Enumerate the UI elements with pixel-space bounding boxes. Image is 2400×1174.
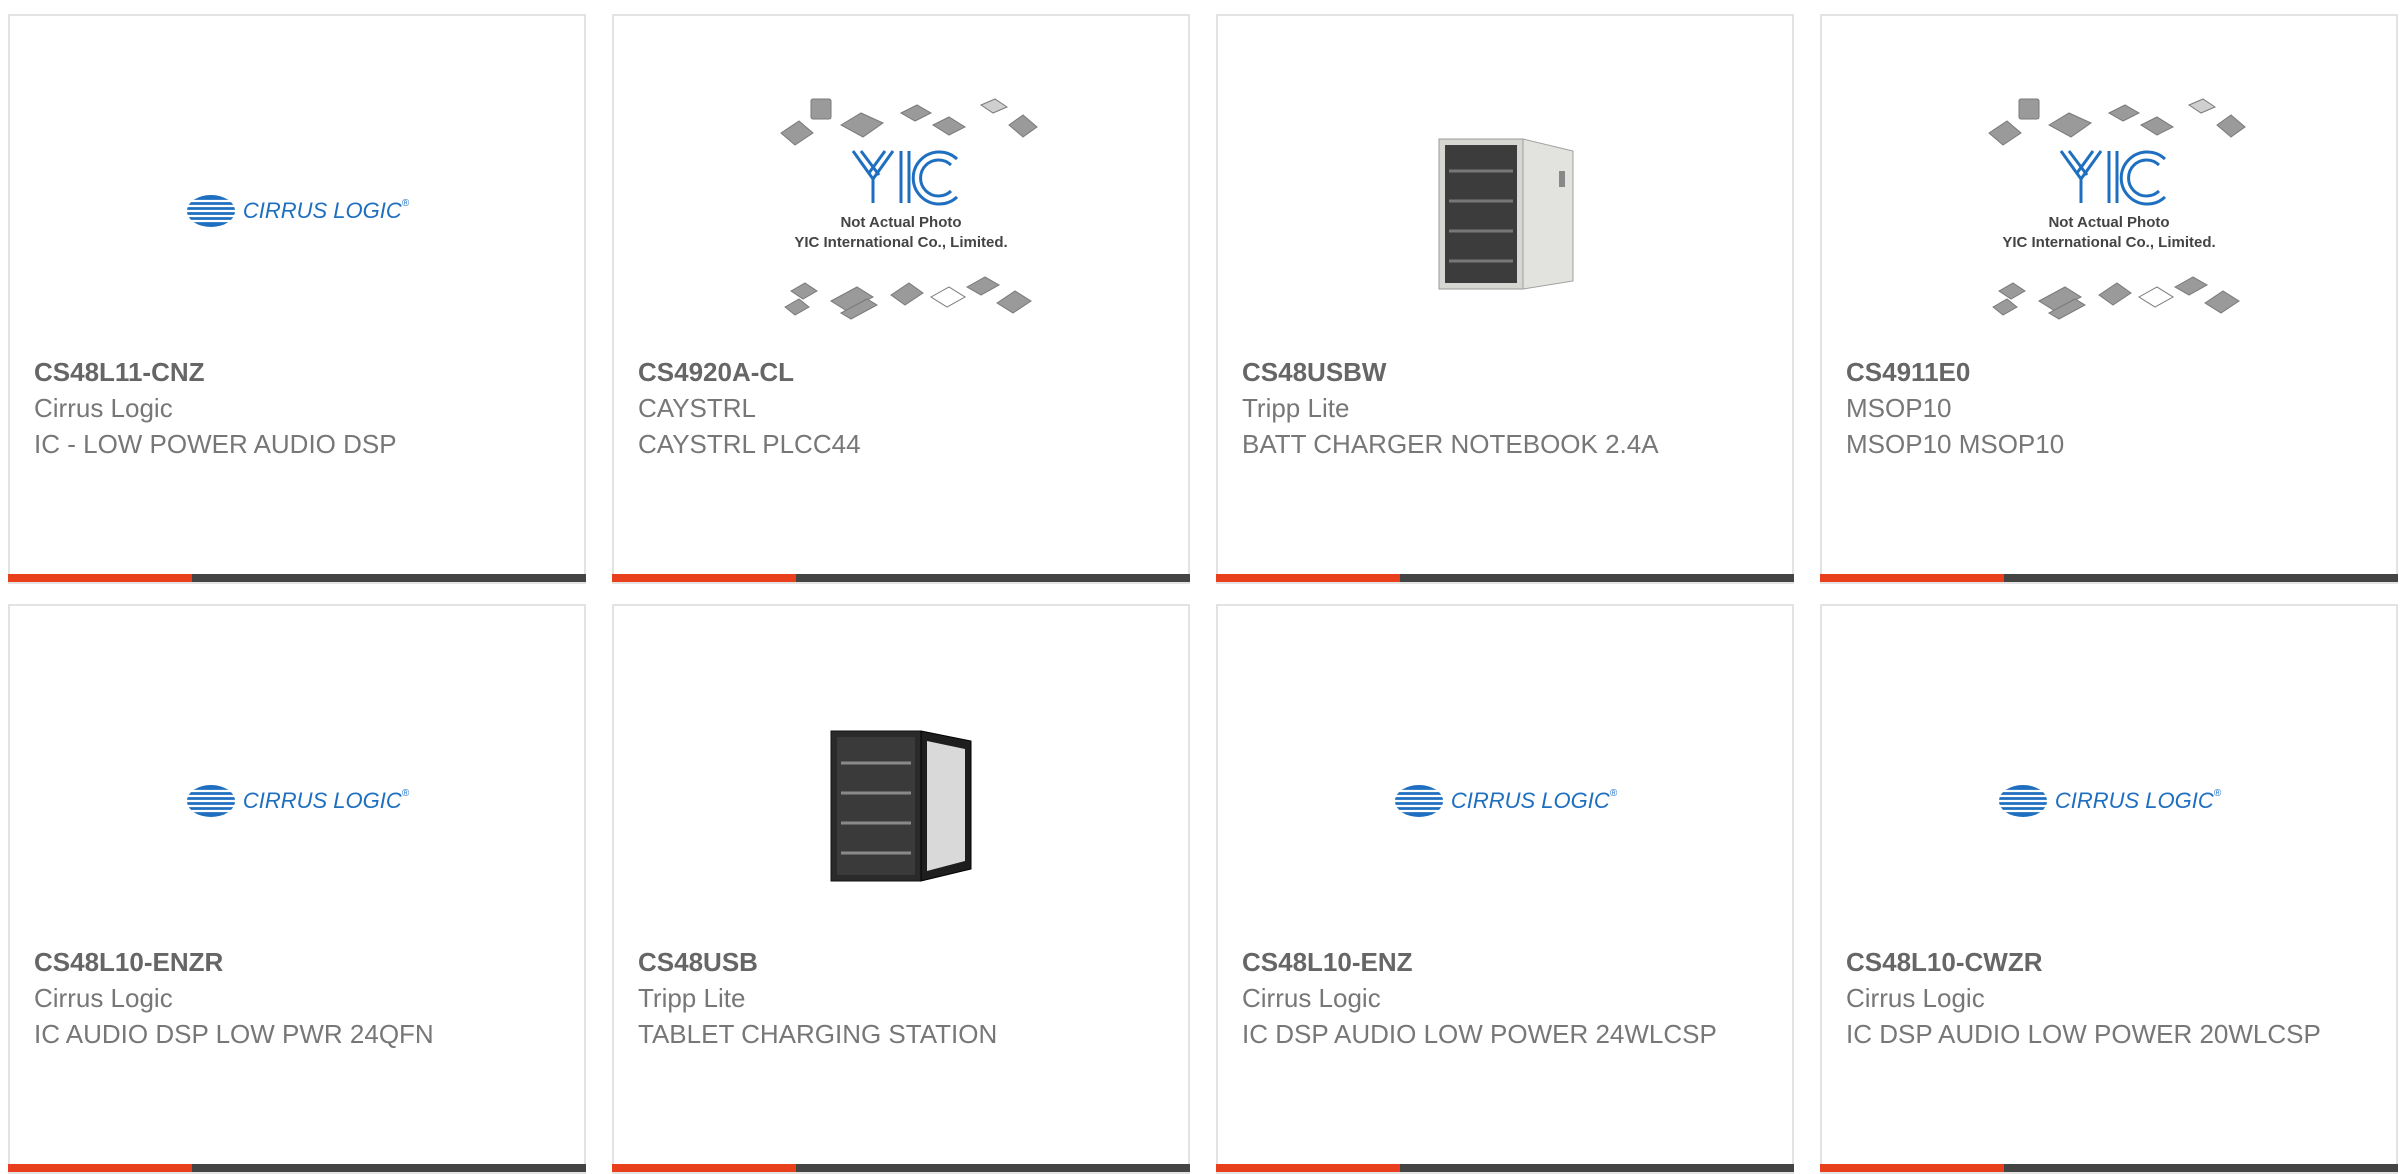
product-image[interactable]: CIRRUS LOGIC®	[1822, 676, 2396, 926]
description: BATT CHARGER NOTEBOOK 2.4A	[1242, 429, 1659, 459]
product-image[interactable]: CIRRUS LOGIC®	[10, 676, 584, 926]
product-info: CS48USBW Tripp Lite BATT CHARGER NOTEBOO…	[1242, 354, 1772, 462]
black-charging-cabinet-image	[830, 730, 972, 882]
description: IC AUDIO DSP LOW PWR 24QFN	[34, 1019, 434, 1049]
card-bottom-bar	[612, 574, 1190, 582]
white-charging-cabinet-image	[1438, 138, 1574, 290]
product-card[interactable]: CIRRUS LOGIC® CS48L10-ENZ Cirrus Logic I…	[1216, 604, 1794, 1174]
description: IC - LOW POWER AUDIO DSP	[34, 429, 397, 459]
placeholder-line1: Not Actual Photo	[840, 214, 961, 231]
product-info: CS48USB Tripp Lite TABLET CHARGING STATI…	[638, 944, 1168, 1052]
part-number[interactable]: CS48L10-CWZR	[1846, 944, 2376, 980]
product-info: CS48L10-ENZ Cirrus Logic IC DSP AUDIO LO…	[1242, 944, 1772, 1052]
manufacturer: Cirrus Logic	[34, 983, 173, 1013]
placeholder-line2: YIC International Co., Limited.	[2002, 234, 2215, 251]
manufacturer: Tripp Lite	[638, 983, 746, 1013]
product-card[interactable]: CIRRUS LOGIC® CS48L10-ENZR Cirrus Logic …	[8, 604, 586, 1174]
description: MSOP10 MSOP10	[1846, 429, 2065, 459]
product-card[interactable]: CS48USB Tripp Lite TABLET CHARGING STATI…	[612, 604, 1190, 1174]
product-info: CS48L11-CNZ Cirrus Logic IC - LOW POWER …	[34, 354, 564, 462]
cirrus-logo-text: CIRRUS LOGIC®	[242, 198, 410, 223]
manufacturer: Cirrus Logic	[34, 393, 173, 423]
product-info: CS4920A-CL CAYSTRL CAYSTRL PLCC44	[638, 354, 1168, 462]
cirrus-swoosh-icon	[184, 785, 251, 817]
cirrus-logic-logo: CIRRUS LOGIC®	[184, 193, 410, 229]
yic-placeholder-image: Not Actual Photo YIC International Co., …	[1988, 98, 2246, 320]
product-card[interactable]: Not Actual Photo YIC International Co., …	[1820, 14, 2398, 584]
cirrus-logic-logo: CIRRUS LOGIC®	[1392, 783, 1618, 819]
product-grid: CIRRUS LOGIC® CS48L11-CNZ Cirrus Logic I…	[8, 14, 2398, 1174]
cirrus-swoosh-icon	[1996, 785, 2063, 817]
cirrus-logo-text: CIRRUS LOGIC®	[2054, 788, 2222, 813]
description: TABLET CHARGING STATION	[638, 1019, 998, 1049]
manufacturer: CAYSTRL	[638, 393, 756, 423]
cirrus-logo-text: CIRRUS LOGIC®	[1450, 788, 1618, 813]
cirrus-logic-logo: CIRRUS LOGIC®	[184, 783, 410, 819]
product-image[interactable]: Not Actual Photo YIC International Co., …	[1822, 86, 2396, 336]
part-number[interactable]: CS48L10-ENZ	[1242, 944, 1772, 980]
cirrus-logic-logo: CIRRUS LOGIC®	[1996, 783, 2222, 819]
part-number[interactable]: CS48L11-CNZ	[34, 354, 564, 390]
card-bottom-bar	[8, 1164, 586, 1172]
product-image[interactable]: Not Actual Photo YIC International Co., …	[614, 86, 1188, 336]
description: IC DSP AUDIO LOW POWER 20WLCSP	[1846, 1019, 2321, 1049]
placeholder-line1: Not Actual Photo	[2048, 214, 2169, 231]
manufacturer: Tripp Lite	[1242, 393, 1350, 423]
product-info: CS48L10-CWZR Cirrus Logic IC DSP AUDIO L…	[1846, 944, 2376, 1052]
product-image[interactable]	[1218, 86, 1792, 336]
description: IC DSP AUDIO LOW POWER 24WLCSP	[1242, 1019, 1717, 1049]
product-card[interactable]: CIRRUS LOGIC® CS48L11-CNZ Cirrus Logic I…	[8, 14, 586, 584]
product-info: CS4911E0 MSOP10 MSOP10 MSOP10	[1846, 354, 2376, 462]
part-number[interactable]: CS48USBW	[1242, 354, 1772, 390]
product-info: CS48L10-ENZR Cirrus Logic IC AUDIO DSP L…	[34, 944, 564, 1052]
product-image[interactable]: CIRRUS LOGIC®	[1218, 676, 1792, 926]
product-card[interactable]: CS48USBW Tripp Lite BATT CHARGER NOTEBOO…	[1216, 14, 1794, 584]
card-bottom-bar	[1820, 1164, 2398, 1172]
cirrus-logo-text: CIRRUS LOGIC®	[242, 788, 410, 813]
manufacturer: Cirrus Logic	[1242, 983, 1381, 1013]
card-bottom-bar	[1216, 1164, 1794, 1172]
description: CAYSTRL PLCC44	[638, 429, 861, 459]
part-number[interactable]: CS4920A-CL	[638, 354, 1168, 390]
product-card[interactable]: Not Actual Photo YIC International Co., …	[612, 14, 1190, 584]
card-bottom-bar	[8, 574, 586, 582]
part-number[interactable]: CS48USB	[638, 944, 1168, 980]
part-number[interactable]: CS4911E0	[1846, 354, 2376, 390]
product-image[interactable]	[614, 676, 1188, 926]
part-number[interactable]: CS48L10-ENZR	[34, 944, 564, 980]
manufacturer: MSOP10	[1846, 393, 1952, 423]
placeholder-line2: YIC International Co., Limited.	[794, 234, 1007, 251]
product-image[interactable]: CIRRUS LOGIC®	[10, 86, 584, 336]
yic-placeholder-image: Not Actual Photo YIC International Co., …	[780, 98, 1038, 320]
manufacturer: Cirrus Logic	[1846, 983, 1985, 1013]
cirrus-swoosh-icon	[184, 195, 251, 227]
product-card[interactable]: CIRRUS LOGIC® CS48L10-CWZR Cirrus Logic …	[1820, 604, 2398, 1174]
card-bottom-bar	[612, 1164, 1190, 1172]
card-bottom-bar	[1216, 574, 1794, 582]
card-bottom-bar	[1820, 574, 2398, 582]
cirrus-swoosh-icon	[1392, 785, 1459, 817]
